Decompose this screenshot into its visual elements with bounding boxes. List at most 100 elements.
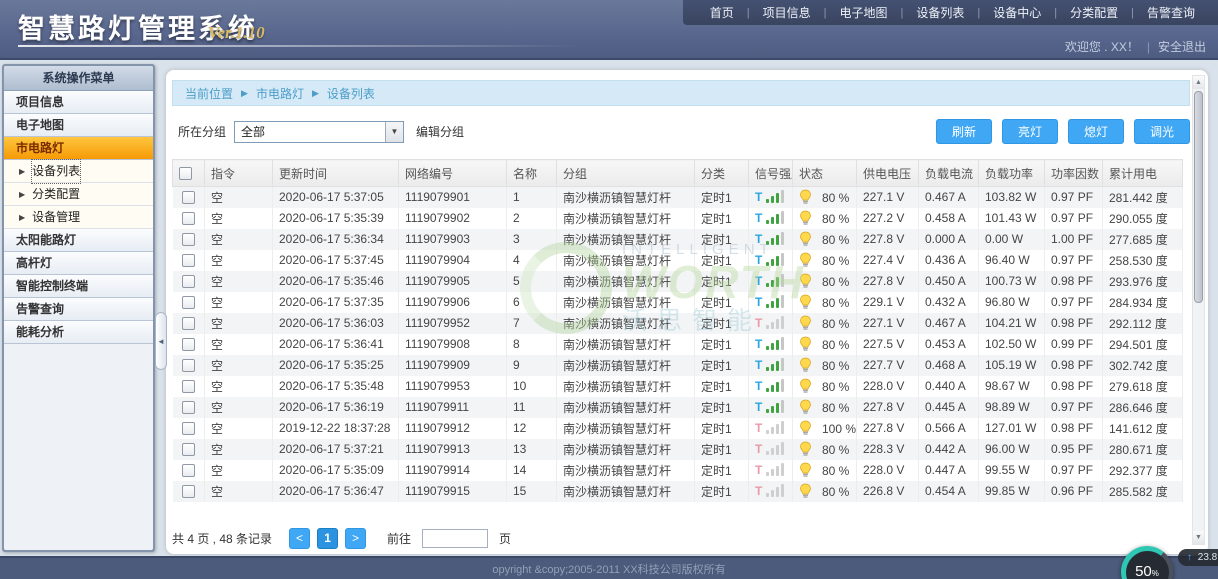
toolbar-button[interactable]: 刷新 bbox=[936, 119, 992, 144]
table-row: 空2020-06-17 5:35:2511190799099南沙横沥镇智慧灯杆定… bbox=[173, 355, 1183, 376]
table-row: 空2020-06-17 5:35:09111907991414南沙横沥镇智慧灯杆… bbox=[173, 460, 1183, 481]
cell-current: 0.440 A bbox=[919, 376, 979, 397]
row-checkbox[interactable] bbox=[182, 275, 195, 288]
scroll-up-arrow-icon[interactable]: ▲ bbox=[1193, 76, 1204, 89]
signal-bar bbox=[781, 316, 784, 329]
row-checkbox[interactable] bbox=[182, 296, 195, 309]
cell-voltage: 227.8 V bbox=[857, 418, 919, 439]
cell-time: 2020-06-17 5:37:21 bbox=[273, 439, 399, 460]
sidebar-item[interactable]: 高杆灯 bbox=[4, 252, 153, 275]
row-checkbox[interactable] bbox=[182, 338, 195, 351]
pagination: 共 4 页 , 48 条记录 < 1 > 前往 页 bbox=[172, 528, 1190, 549]
cell-name: 11 bbox=[507, 397, 557, 418]
top-nav-item[interactable]: 设备列表 bbox=[903, 4, 977, 21]
breadcrumb-item-device-list[interactable]: 设备列表 bbox=[327, 85, 375, 102]
cell-name: 12 bbox=[507, 418, 557, 439]
lightbulb-icon bbox=[799, 336, 812, 352]
top-nav-item[interactable]: 分类配置 bbox=[1057, 4, 1131, 21]
sidebar-item[interactable]: 市电路灯 bbox=[4, 137, 153, 160]
cell-voltage: 227.8 V bbox=[857, 271, 919, 292]
brightness-value: 80 % bbox=[822, 233, 849, 247]
goto-page-suffix: 页 bbox=[499, 530, 511, 547]
edit-group-link[interactable]: 编辑分组 bbox=[416, 123, 464, 140]
top-nav-item[interactable]: 首页 bbox=[697, 4, 747, 21]
title-underline bbox=[18, 45, 578, 47]
toolbar-button[interactable]: 亮灯 bbox=[1002, 119, 1058, 144]
cell-energy: 258.530 度 bbox=[1103, 250, 1183, 271]
row-checkbox[interactable] bbox=[182, 485, 195, 498]
sidebar-subitem[interactable]: ▶分类配置 bbox=[4, 183, 153, 206]
row-checkbox[interactable] bbox=[182, 212, 195, 225]
sidebar-item[interactable]: 太阳能路灯 bbox=[4, 229, 153, 252]
cell-name: 14 bbox=[507, 460, 557, 481]
table-row: 空2020-06-17 5:37:21111907991313南沙横沥镇智慧灯杆… bbox=[173, 439, 1183, 460]
signal-bar bbox=[781, 274, 784, 287]
sidebar-item[interactable]: 项目信息 bbox=[4, 91, 153, 114]
cell-status: 80 % bbox=[793, 313, 857, 334]
select-all-checkbox[interactable] bbox=[179, 167, 192, 180]
logout-link[interactable]: 安全退出 bbox=[1158, 38, 1206, 55]
sidebar-subitem[interactable]: ▶设备管理 bbox=[4, 206, 153, 229]
cell-cmd: 空 bbox=[205, 334, 273, 355]
cell-group: 南沙横沥镇智慧灯杆 bbox=[557, 355, 695, 376]
scrollbar-thumb[interactable] bbox=[1194, 91, 1203, 303]
sidebar-subitem-label: 设备列表 bbox=[32, 160, 80, 183]
vertical-scrollbar[interactable]: ▲ ▼ bbox=[1192, 75, 1205, 545]
sidebar-item[interactable]: 能耗分析 bbox=[4, 321, 153, 344]
cell-category: 定时1 bbox=[695, 271, 749, 292]
toolbar-button[interactable]: 熄灯 bbox=[1068, 119, 1124, 144]
dropdown-arrow-icon[interactable]: ▼ bbox=[385, 122, 403, 142]
cell-energy: 290.055 度 bbox=[1103, 208, 1183, 229]
row-checkbox[interactable] bbox=[182, 233, 195, 246]
cell-net_id: 1119079903 bbox=[399, 229, 507, 250]
row-checkbox[interactable] bbox=[182, 254, 195, 267]
cell-energy: 292.377 度 bbox=[1103, 460, 1183, 481]
sidebar-collapse-handle[interactable]: ◄ bbox=[155, 312, 167, 370]
row-checkbox[interactable] bbox=[182, 401, 195, 414]
group-select[interactable]: 全部 ▼ bbox=[234, 121, 404, 143]
cell-signal: T bbox=[749, 229, 793, 250]
sidebar-subitem[interactable]: ▶设备列表 bbox=[4, 160, 153, 183]
lightbulb-icon bbox=[799, 357, 812, 373]
row-select-cell bbox=[173, 355, 205, 376]
row-checkbox[interactable] bbox=[182, 380, 195, 393]
current-page-button[interactable]: 1 bbox=[317, 528, 338, 549]
net-speed-widget[interactable]: 50 % ↑ 23.8K/s bbox=[1121, 546, 1218, 579]
cell-category: 定时1 bbox=[695, 292, 749, 313]
table-row: 空2020-06-17 5:36:3411190799033南沙横沥镇智慧灯杆定… bbox=[173, 229, 1183, 250]
lightbulb-icon bbox=[799, 420, 812, 436]
top-nav-item[interactable]: 告警查询 bbox=[1134, 4, 1208, 21]
row-checkbox[interactable] bbox=[182, 464, 195, 477]
row-checkbox[interactable] bbox=[182, 422, 195, 435]
cell-energy: 294.501 度 bbox=[1103, 334, 1183, 355]
top-nav-item[interactable]: 设备中心 bbox=[980, 4, 1054, 21]
row-checkbox[interactable] bbox=[182, 443, 195, 456]
signal-antenna: T bbox=[755, 360, 762, 371]
usage-percent: 50 bbox=[1135, 563, 1152, 579]
cell-current: 0.458 A bbox=[919, 208, 979, 229]
row-checkbox[interactable] bbox=[182, 359, 195, 372]
sidebar-item[interactable]: 电子地图 bbox=[4, 114, 153, 137]
top-nav-item[interactable]: 电子地图 bbox=[826, 4, 900, 21]
table-row: 空2020-06-17 5:36:4111190799088南沙横沥镇智慧灯杆定… bbox=[173, 334, 1183, 355]
scroll-down-arrow-icon[interactable]: ▼ bbox=[1193, 531, 1204, 544]
row-checkbox[interactable] bbox=[182, 191, 195, 204]
row-checkbox[interactable] bbox=[182, 317, 195, 330]
sidebar-item[interactable]: 智能控制终端 bbox=[4, 275, 153, 298]
cell-signal: T bbox=[749, 187, 793, 208]
cell-time: 2020-06-17 5:37:05 bbox=[273, 187, 399, 208]
cell-status: 80 % bbox=[793, 271, 857, 292]
toolbar-button[interactable]: 调光 bbox=[1134, 119, 1190, 144]
table-header-row: 指令更新时间网络编号名称分组分类信号强度状态供电电压负载电流负载功率功率因数累计… bbox=[173, 160, 1183, 187]
signal-strength-icon: T bbox=[755, 190, 784, 203]
breadcrumb-item-street-lamp[interactable]: 市电路灯 bbox=[256, 85, 304, 102]
cell-group: 南沙横沥镇智慧灯杆 bbox=[557, 313, 695, 334]
next-page-button[interactable]: > bbox=[345, 528, 366, 549]
sidebar-item[interactable]: 告警查询 bbox=[4, 298, 153, 321]
prev-page-button[interactable]: < bbox=[289, 528, 310, 549]
top-nav-item[interactable]: 项目信息 bbox=[750, 4, 824, 21]
goto-page-input[interactable] bbox=[422, 529, 488, 548]
brightness-value: 80 % bbox=[822, 275, 849, 289]
lightbulb-icon bbox=[799, 210, 812, 226]
cell-name: 4 bbox=[507, 250, 557, 271]
